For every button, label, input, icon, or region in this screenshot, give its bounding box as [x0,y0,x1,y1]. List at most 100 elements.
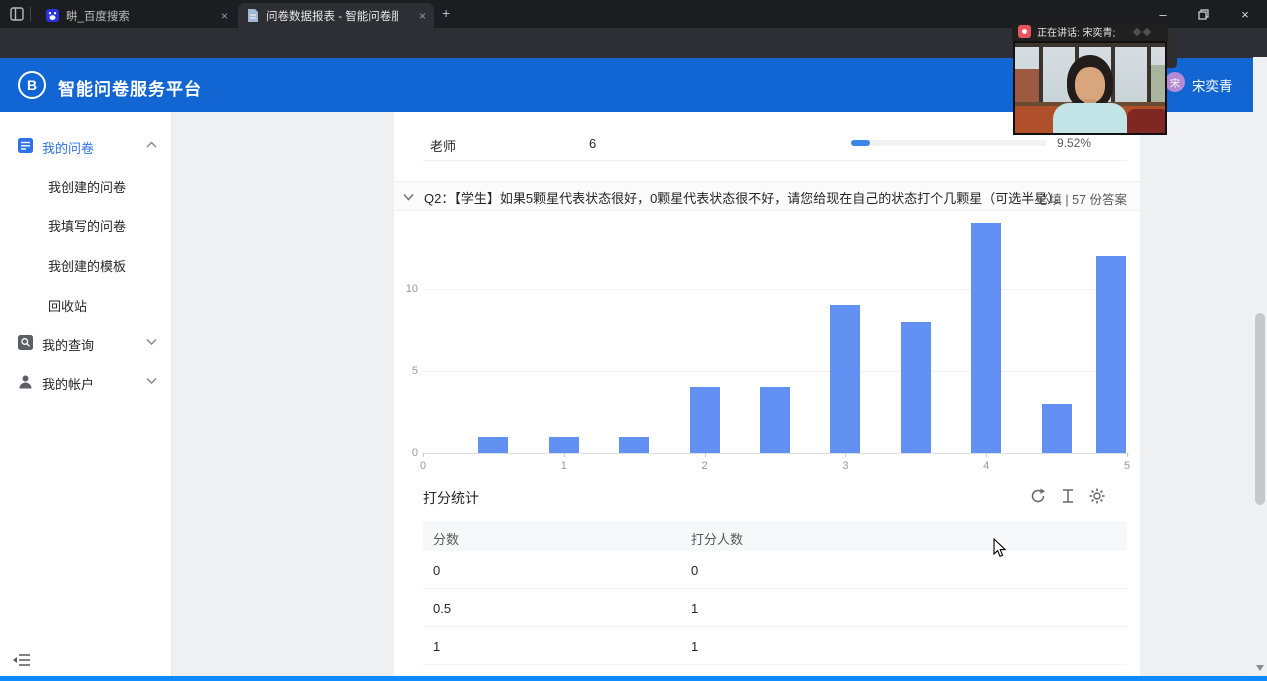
meeting-overlay[interactable]: 正在讲话: 宋奕青; [1012,22,1168,136]
tab-divider [30,7,31,21]
brick-building [1015,69,1039,105]
bar-score-0.5 [478,437,508,453]
tab-actions-icon[interactable] [10,7,24,21]
user-name[interactable]: 宋奕青 [1192,75,1233,95]
question-text: 【学生】如果5颗星代表状态很好，0颗星代表状态很不好，请您给现在自己的状态打个几… [454,191,1066,206]
baidu-favicon [46,9,59,22]
questionnaire-icon [18,138,33,153]
score-cell: 1 [433,639,440,654]
y-tick-label: 5 [400,365,418,377]
bar-score-2 [690,387,720,453]
refresh-chart-icon[interactable] [1030,488,1046,504]
column-header-score: 分数 [433,529,459,548]
table-row: 1 1 [423,627,1127,665]
settings-gear-icon[interactable] [1089,488,1105,504]
overlay-side-tab[interactable] [1167,30,1177,68]
scroll-down-arrow-icon[interactable] [1256,665,1264,671]
x-tick-mark [1127,453,1128,457]
new-tab-button[interactable]: + [442,5,450,21]
x-tick-mark [705,453,706,457]
score-table-header: 分数 打分人数 [423,521,1127,551]
user-avatar[interactable]: 宋 [1165,72,1185,92]
page-scrollbar[interactable] [1253,57,1267,681]
table-view-icon[interactable] [1060,488,1076,504]
sidebar-item-label: 我的问卷 [42,138,94,157]
score-cell: 0.5 [433,601,451,616]
x-tick-label: 0 [413,460,433,472]
answer-percentage: 9.52% [1057,136,1091,150]
x-tick-label: 5 [1117,460,1137,472]
close-tab-icon[interactable]: × [221,9,228,23]
divider [423,160,1127,161]
search-icon [18,335,33,350]
screen: { "browser": { "tabs": [ { "title": "畊_百… [0,0,1267,681]
sidebar-item-my-account[interactable]: 我的帐户 [0,362,172,400]
bar-score-4.5 [1042,404,1072,453]
y-tick-label: 0 [400,447,418,459]
answer-progress-track [851,140,1047,146]
bar-score-4 [971,223,1001,453]
meeting-status-bar[interactable]: 正在讲话: 宋奕青; [1012,22,1168,41]
sidebar-item-created-templates[interactable]: 我创建的模板 [48,256,126,275]
sidebar-item-my-questionnaires[interactable]: 我的问卷 [0,126,172,164]
restore-button[interactable] [1183,0,1223,28]
meeting-app-icon [1018,25,1031,38]
gridline [423,289,1129,290]
stats-section-title: 打分统计 [423,488,479,508]
x-tick-label: 1 [554,460,574,472]
tab-baidu[interactable]: 畊_百度搜索 × [38,3,236,28]
x-tick-mark [845,453,846,457]
sidebar-item-label: 我的帐户 [42,374,94,393]
close-window-button[interactable]: × [1223,0,1267,28]
collapse-question-icon[interactable] [403,193,414,201]
question-meta: 必填 | 57 份答案 [1037,189,1127,208]
sidebar-item-my-queries[interactable]: 我的查询 [0,323,172,361]
collapse-sidebar-icon[interactable] [12,652,32,668]
watermark-icon [1132,27,1154,37]
bar-score-1 [549,437,579,453]
answer-option-count: 6 [589,136,596,151]
bar-score-3 [830,305,860,453]
raters-cell: 1 [691,601,698,616]
document-favicon [247,9,259,22]
platform-title: 智能问卷服务平台 [58,75,202,100]
bar-score-5 [1096,256,1126,453]
answer-progress-fill [851,140,870,146]
gridline [423,371,1129,372]
window-frame [1039,43,1043,105]
chevron-down-icon [146,377,157,384]
x-axis-line [423,453,1129,454]
taskbar-accent-line [0,676,1267,681]
chevron-up-icon [146,141,157,148]
x-tick-mark [986,453,987,457]
scrollbar-thumb[interactable] [1255,313,1265,505]
column-header-raters: 打分人数 [691,529,743,548]
sidebar: 我的问卷 我创建的问卷 我填写的问卷 我创建的模板 回收站 我的查询 [0,112,172,676]
chair [1127,109,1165,133]
bar-score-1.5 [619,437,649,453]
tab-questionnaire[interactable]: 问卷数据报表 - 智能问卷服务平台 × [238,3,434,28]
sidebar-item-created-questionnaires[interactable]: 我创建的问卷 [48,177,126,196]
tab-title: 畊_百度搜索 [66,8,130,24]
answer-option-label: 老师 [430,136,456,155]
landscape [1151,65,1165,105]
chevron-down-icon [146,338,157,345]
window-frame-top [1015,43,1165,47]
tab-title: 问卷数据报表 - 智能问卷服务平台 [266,8,398,24]
bar-score-3.5 [901,322,931,453]
user-icon [18,374,33,389]
participant-shirt [1053,103,1127,133]
question-number: Q2： [424,191,454,206]
speaking-status-text: 正在讲话: 宋奕青; [1037,24,1115,39]
table-row: 0.5 1 [423,589,1127,627]
score-bar-chart: 0510012345 [400,218,1140,474]
close-tab-icon[interactable]: × [419,9,426,23]
participant-video[interactable]: 宋奕青 [1013,41,1167,135]
sidebar-item-filled-questionnaires[interactable]: 我填写的问卷 [48,216,126,235]
sidebar-item-recycle-bin[interactable]: 回收站 [48,296,87,315]
x-tick-mark [564,453,565,457]
question-title: Q2：【学生】如果5颗星代表状态很好，0颗星代表状态很不好，请您给现在自己的状态… [424,188,1067,207]
sidebar-item-label: 我的查询 [42,335,94,354]
x-tick-label: 3 [835,460,855,472]
x-tick-label: 2 [695,460,715,472]
